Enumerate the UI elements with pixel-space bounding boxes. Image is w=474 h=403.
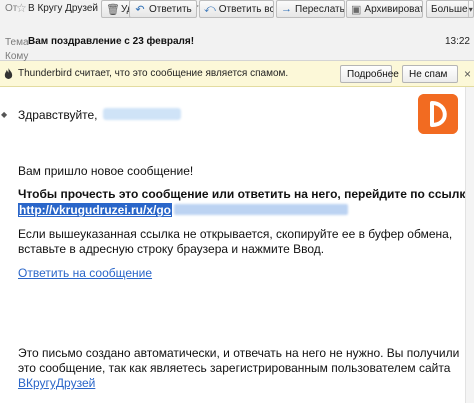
forward-label: Переслать [295, 3, 345, 15]
message-link[interactable]: http://vkrugudruzei.ru/x/go [18, 203, 172, 217]
details-button[interactable]: Подробнее [340, 65, 399, 83]
reply-all-label: Ответить всем [218, 3, 274, 15]
reply-all-button[interactable]: ⤺ Ответить всем ▾ [199, 0, 274, 18]
forward-icon: → [281, 3, 292, 15]
reply-to-message-link[interactable]: Ответить на сообщение [18, 266, 152, 280]
fire-icon [4, 68, 13, 79]
chevron-down-icon: ▾ [467, 1, 473, 17]
not-spam-button[interactable]: Не спам [402, 65, 458, 83]
subject-label: Тема [5, 37, 29, 48]
more-button[interactable]: Больше ▾ [426, 0, 474, 18]
reply-label: Ответить [149, 3, 192, 15]
subject-value: Вам поздравление с 23 февраля! [28, 36, 195, 47]
instruction-text: Чтобы прочесть это сообщение или ответит… [18, 187, 474, 201]
spam-notification-bar: Thunderbird считает, что это сообщение я… [0, 61, 474, 87]
archive-button[interactable]: ▣ Архивировать [346, 0, 423, 18]
reply-icon: ↶ [135, 3, 145, 16]
message-header: От ☆ В Кругу Друзей <mail@vkrugudruzei.r… [0, 0, 474, 62]
message-link-row[interactable]: http://vkrugudruzei.ru/x/go [18, 203, 348, 218]
greeting: Здравствуйте, [18, 108, 181, 122]
new-message-text: Вам пришло новое сообщение! [18, 164, 194, 178]
site-link[interactable]: ВКругуДрузей [18, 376, 95, 390]
reply-all-icon: ⤺ [204, 2, 216, 15]
spam-message: Thunderbird считает, что это сообщение я… [18, 68, 289, 79]
star-icon[interactable]: ☆ [16, 1, 27, 15]
vkrugudruzei-logo [418, 94, 458, 134]
archive-label: Архивировать [364, 3, 423, 15]
fallback-text: Если вышеуказанная ссылка не открывается… [18, 227, 453, 256]
more-label: Больше [431, 3, 468, 15]
diamond-marker-icon: ◆ [1, 110, 8, 119]
trash-icon: 🗑 [106, 3, 120, 16]
footer-body: Это письмо создано автоматически, и отве… [18, 346, 460, 375]
greeting-text: Здравствуйте, [18, 108, 98, 122]
close-icon[interactable]: × [464, 67, 471, 81]
forward-button[interactable]: → Переслать [276, 0, 345, 18]
message-time: 13:22 [444, 36, 470, 47]
vertical-scrollbar[interactable] [465, 87, 474, 403]
archive-icon: ▣ [351, 3, 362, 16]
footer-text: Это письмо создано автоматически, и отве… [18, 346, 474, 391]
redacted-link-tail[interactable] [174, 204, 348, 215]
reply-button[interactable]: ↶ Ответить [129, 0, 197, 18]
redacted-recipient-name [102, 108, 181, 120]
